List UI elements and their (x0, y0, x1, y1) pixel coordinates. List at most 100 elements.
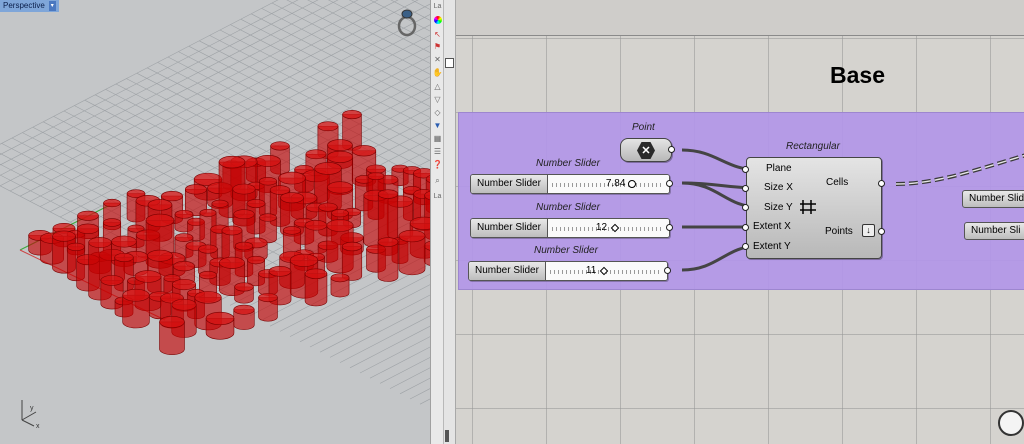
flatten-down-arrow-icon[interactable]: ↓ (862, 224, 875, 237)
input-extenty-port[interactable] (742, 243, 749, 250)
cylinder-cluster (28, 110, 430, 355)
axis-x-label: x (36, 423, 40, 430)
input-plane-port[interactable] (742, 166, 749, 173)
input-sizey-port[interactable] (742, 204, 749, 211)
slider1-label: Number Slider (471, 175, 548, 193)
gh-strip-marker (445, 430, 449, 442)
close-icon[interactable]: ✕ (432, 55, 443, 65)
cylinder (122, 288, 150, 329)
slider1-track[interactable]: 7.84 (547, 175, 669, 193)
slider1-knob[interactable] (627, 180, 636, 188)
output-cells-label: Cells (826, 177, 849, 188)
flag-icon[interactable]: ⚑ (432, 42, 443, 52)
cylinder (205, 311, 235, 340)
cylinder-top (326, 181, 354, 194)
canvas-navigation-widget-icon[interactable] (998, 410, 1024, 436)
triangle-down-icon[interactable]: ▽ (432, 95, 443, 105)
output-cells-port[interactable] (878, 180, 885, 187)
input-sizex-port[interactable] (742, 185, 749, 192)
grid-line (0, 0, 279, 145)
input-sizey-label: Size Y (764, 202, 793, 213)
cylinder-top (232, 183, 256, 195)
perspective-viewport[interactable]: y x Perspective ▾ (0, 0, 430, 444)
cylinder-top (161, 191, 183, 202)
cylinder-top (147, 199, 173, 211)
number-slider-1[interactable]: Number Slider 7.84 (470, 174, 670, 194)
hand-icon[interactable]: ✋ (432, 68, 443, 78)
list-icon[interactable]: ☰ (432, 147, 443, 157)
cylinder-top (76, 223, 100, 234)
cylinder-top (377, 189, 399, 199)
input-sizex-label: Size X (764, 182, 793, 193)
cylinder (377, 237, 399, 282)
help-icon[interactable]: ❓ (432, 160, 443, 170)
slider2-output-port[interactable] (666, 224, 673, 231)
number-slider-2[interactable]: Number Slider 12 (470, 218, 670, 238)
cylinder-top (67, 242, 85, 251)
cylinder-top (122, 288, 150, 302)
axis-widget-icon: y x (21, 400, 40, 430)
slider2-title: Number Slider (536, 202, 600, 213)
grid-line (397, 0, 430, 73)
rectangular-title: Rectangular (786, 141, 840, 152)
cylinder-top (366, 164, 386, 174)
input-extentx-label: Extent X (753, 221, 791, 232)
viewport-menu-arrow-icon[interactable]: ▾ (48, 1, 56, 11)
cylinder (330, 273, 350, 298)
point-output-port[interactable] (668, 146, 675, 153)
filter-icon[interactable]: ▼ (432, 121, 443, 131)
cylinder (304, 268, 328, 307)
cursor-icon[interactable]: ↖ (432, 30, 443, 40)
point-param-icon: ✕ (637, 142, 655, 159)
slider3-value: 11 (585, 265, 597, 276)
gh-canvas[interactable]: Base Point ✕ Number Slider Number Slider (456, 0, 1024, 444)
axis-y-label: y (30, 405, 34, 412)
point-title: Point (632, 122, 655, 133)
cylinder-top (221, 225, 243, 236)
slider3-track[interactable]: 11 (545, 262, 667, 280)
cylinder-top (111, 235, 137, 248)
right-slider-node-1[interactable]: Number Slid (962, 190, 1024, 208)
cylinder-top (233, 209, 255, 220)
cylinder-top (173, 261, 195, 272)
pin-icon[interactable]: ◇ (432, 108, 443, 118)
grid-line (0, 0, 299, 155)
cylinder-top (194, 291, 222, 304)
cylinder-top (327, 139, 353, 152)
number-slider-3[interactable]: Number Slider 11 (468, 261, 668, 281)
input-extentx-port[interactable] (742, 224, 749, 231)
cylinder-top (314, 162, 342, 175)
input-extenty-label: Extent Y (753, 241, 791, 252)
cylinder-top (159, 315, 185, 328)
search-icon[interactable]: ⌕ (432, 176, 443, 186)
ring-icon[interactable] (397, 9, 417, 37)
cylinder (159, 315, 185, 355)
output-points-port[interactable] (878, 228, 885, 235)
slider1-output-port[interactable] (666, 180, 673, 187)
right-slider-node-2[interactable]: Number Sli (964, 222, 1024, 240)
triangle-up-icon[interactable]: △ (432, 82, 443, 92)
point-component[interactable]: ✕ (620, 138, 672, 162)
gh-small-window-icon[interactable] (445, 58, 454, 68)
cylinder-top (233, 304, 255, 315)
cylinder-top (172, 278, 196, 291)
cylinder-top (88, 237, 112, 248)
grid-icon[interactable]: ▦ (432, 134, 443, 144)
slider2-track[interactable]: 12 (547, 219, 669, 237)
cylinder-top (198, 244, 218, 254)
cylinder-top (259, 213, 277, 222)
viewport-title-tab[interactable]: Perspective ▾ (0, 0, 59, 12)
cylinder-top (317, 121, 339, 132)
color-wheel-icon[interactable] (432, 16, 443, 26)
slider2-value: 12 (595, 222, 608, 233)
grasshopper-panel: Base Point ✕ Number Slider Number Slider (444, 0, 1024, 444)
cylinder-top (270, 141, 290, 151)
cylinder-top (171, 298, 197, 311)
cylinder-top (367, 172, 385, 181)
cylinder-top (331, 208, 349, 218)
toolbar-label-top: La (433, 3, 442, 10)
grid-line (348, 0, 430, 43)
slider3-label: Number Slider (469, 262, 546, 280)
slider3-output-port[interactable] (664, 267, 671, 274)
rectangular-grid-icon (799, 198, 821, 216)
